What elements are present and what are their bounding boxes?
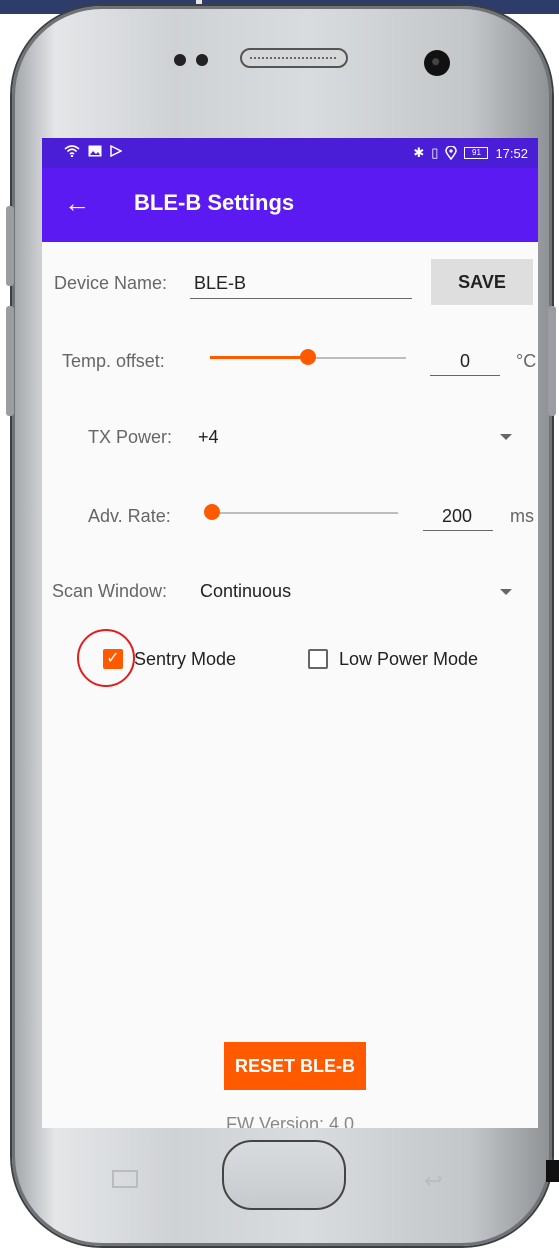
back-key-icon[interactable]: ↩ bbox=[424, 1168, 442, 1194]
highlight-circle bbox=[77, 629, 135, 687]
image-icon bbox=[88, 145, 102, 157]
low-power-mode-label[interactable]: Low Power Mode bbox=[339, 649, 478, 670]
temp-offset-label: Temp. offset: bbox=[62, 351, 165, 371]
temp-offset-slider-fill bbox=[210, 356, 308, 359]
power-side-button bbox=[6, 306, 14, 416]
device-name-input[interactable]: BLE-B bbox=[194, 273, 246, 294]
adv-rate-underline bbox=[423, 530, 493, 531]
app-bar: ← BLE-B Settings bbox=[42, 168, 538, 242]
temp-offset-unit: °C bbox=[516, 351, 537, 371]
temp-offset-underline bbox=[430, 375, 500, 376]
scan-window-select[interactable]: Continuous bbox=[200, 581, 291, 602]
recent-apps-icon[interactable] bbox=[112, 1170, 138, 1188]
vibrate-icon: ▯ bbox=[431, 145, 439, 160]
sensor-dots bbox=[174, 54, 208, 66]
corner-marker bbox=[546, 1160, 559, 1182]
tx-power-select[interactable]: +4 bbox=[198, 427, 219, 448]
fw-version: FW Version: 4.0 bbox=[225, 1114, 355, 1128]
adv-rate-slider-thumb[interactable] bbox=[204, 504, 220, 520]
device-name-label: Device Name: bbox=[54, 273, 168, 293]
right-side-button bbox=[548, 306, 556, 416]
wifi-icon bbox=[64, 145, 80, 157]
adv-rate-value[interactable]: 200 bbox=[442, 506, 472, 527]
bluetooth-icon: ✱ bbox=[413, 145, 425, 160]
scan-window-dropdown-icon[interactable] bbox=[500, 589, 512, 595]
save-button[interactable]: SAVE bbox=[431, 259, 533, 305]
home-button[interactable] bbox=[222, 1140, 346, 1210]
adv-rate-slider-track[interactable] bbox=[212, 512, 398, 514]
temp-offset-value[interactable]: 0 bbox=[460, 351, 470, 372]
sentry-mode-label[interactable]: Sentry Mode bbox=[134, 649, 236, 670]
phone-screen: ✱ ▯ 91 17:52 ← BLE-B Settings Device Nam… bbox=[42, 138, 538, 1128]
reset-button[interactable]: RESET BLE-B bbox=[224, 1042, 366, 1090]
play-icon bbox=[110, 145, 122, 157]
tx-power-dropdown-icon[interactable] bbox=[500, 434, 512, 440]
tx-power-label: TX Power: bbox=[88, 427, 173, 447]
adv-rate-label: Adv. Rate: bbox=[88, 506, 171, 526]
earpiece-speaker bbox=[240, 48, 348, 68]
status-time: 17:52 bbox=[495, 145, 528, 161]
page-title: BLE-B Settings bbox=[134, 190, 295, 215]
back-arrow-icon[interactable]: ← bbox=[64, 186, 90, 220]
location-icon bbox=[445, 146, 458, 160]
battery-icon: 91 bbox=[464, 147, 489, 159]
device-name-underline bbox=[190, 298, 412, 299]
adv-rate-unit: ms bbox=[510, 506, 534, 526]
status-left-icons bbox=[64, 145, 122, 157]
low-power-mode-checkbox[interactable] bbox=[308, 649, 328, 669]
front-camera bbox=[424, 50, 450, 76]
scan-window-label: Scan Window: bbox=[52, 581, 168, 601]
status-bar: ✱ ▯ 91 17:52 bbox=[42, 138, 538, 168]
temp-offset-slider-thumb[interactable] bbox=[300, 349, 316, 365]
volume-button bbox=[6, 206, 14, 286]
status-right-icons: ✱ ▯ 91 17:52 bbox=[413, 145, 528, 161]
